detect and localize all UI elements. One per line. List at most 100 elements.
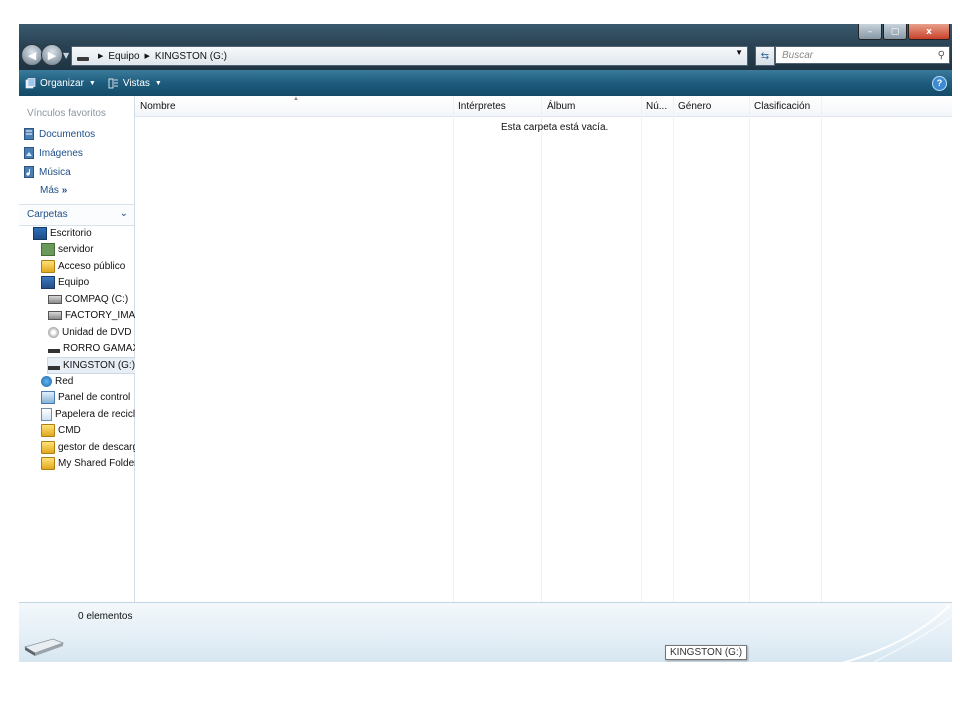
views-label: Vistas [122, 77, 150, 89]
back-button[interactable]: ◀ [21, 44, 43, 66]
help-button[interactable]: ? [932, 76, 947, 91]
column-divider[interactable] [641, 96, 642, 602]
chevron-down-icon: ⌄ [119, 208, 128, 219]
favorite-label: Música [39, 166, 71, 178]
tree-item-label: Panel de control [58, 392, 131, 403]
maximize-button[interactable]: ▢ [883, 24, 907, 40]
chevron-down-icon: ▼ [88, 79, 96, 87]
tree-item-label: Equipo [58, 277, 90, 288]
tree-item-compaq[interactable]: COMPAQ (C:) [48, 292, 128, 307]
item-count: 0 elementos [78, 611, 133, 622]
column-divider[interactable] [673, 96, 674, 602]
column-headers: ▲ Nombre Intérpretes Álbum Nú... Género … [135, 96, 952, 117]
folder-icon [41, 457, 55, 470]
column-header-interpretes[interactable]: Intérpretes [458, 101, 506, 112]
favorite-label: Imágenes [39, 147, 83, 159]
chevron-down-icon: ▼ [154, 79, 162, 87]
tree-item-equipo[interactable]: Equipo [41, 275, 89, 290]
hard-drive-icon [48, 311, 62, 320]
tree-item-label: Escritorio [50, 228, 92, 239]
folder-icon [41, 441, 55, 454]
tree-item-gestor-de-descarga[interactable]: gestor de descarga [41, 440, 144, 455]
tree-item-red[interactable]: Red [41, 374, 73, 389]
tree-item-my-shared-folder[interactable]: My Shared Folder [41, 456, 137, 471]
back-arrow-icon: ◀ [27, 48, 37, 62]
tree-item-label: CMD [58, 425, 81, 436]
tree-item-escritorio[interactable]: Escritorio [33, 226, 92, 241]
tree-item-kingston[interactable]: KINGSTON (G:) [47, 357, 137, 374]
folder-icon [41, 424, 55, 437]
refresh-icon: ⇆ [760, 50, 770, 62]
views-button[interactable]: Vistas ▼ [108, 78, 162, 89]
column-header-numero[interactable]: Nú... [646, 101, 667, 112]
control-panel-icon [41, 391, 55, 404]
network-icon [41, 376, 52, 387]
tree-item-papelera[interactable]: Papelera de reciclaje [41, 407, 148, 422]
close-button[interactable]: x [908, 24, 950, 40]
favorite-musica[interactable]: Música [24, 166, 71, 178]
user-folder-icon [41, 243, 55, 256]
column-header-clasificacion[interactable]: Clasificación [754, 101, 810, 112]
tree-item-label: Acceso público [58, 261, 126, 272]
tree-item-label: COMPAQ (C:) [65, 294, 129, 305]
organize-icon [25, 77, 36, 88]
favorite-imagenes[interactable]: Imágenes [24, 147, 83, 159]
column-divider[interactable] [453, 96, 454, 602]
tree-item-acceso-publico[interactable]: Acceso público [41, 259, 125, 274]
tree-item-cmd[interactable]: CMD [41, 423, 81, 438]
window-controls: – ▢ x [858, 24, 950, 40]
column-divider[interactable] [749, 96, 750, 602]
search-input[interactable]: Buscar ⚲ [775, 46, 950, 64]
breadcrumb-kingston[interactable]: KINGSTON (G:) [155, 51, 227, 62]
folders-header[interactable]: Carpetas ⌄ [19, 204, 134, 226]
refresh-button[interactable]: ⇆ [755, 46, 775, 66]
organize-button[interactable]: Organizar ▼ [25, 78, 96, 89]
sort-ascending-icon: ▲ [293, 96, 299, 102]
favorite-documentos[interactable]: Documentos [24, 128, 95, 140]
column-header-nombre[interactable]: Nombre [140, 101, 176, 112]
search-icon[interactable]: ⚲ [938, 47, 945, 65]
breadcrumb-equipo[interactable]: Equipo [108, 51, 139, 62]
details-pane: 0 elementos KINGSTON (G:) [19, 602, 952, 662]
tree-item-label: gestor de descarga [58, 442, 144, 453]
organize-label: Organizar [40, 77, 84, 89]
column-divider[interactable] [541, 96, 542, 602]
column-divider[interactable] [821, 96, 822, 602]
chevron-right-icon[interactable]: ▶ [98, 52, 103, 60]
folders-label: Carpetas [27, 209, 68, 220]
command-bar: Organizar ▼ Vistas ▼ ? [19, 70, 952, 96]
usb-drive-icon [48, 348, 60, 353]
more-label: Más [40, 185, 59, 196]
recycle-bin-icon [41, 408, 52, 421]
folder-icon [41, 260, 55, 273]
computer-icon [41, 276, 55, 289]
recent-pages-dropdown[interactable]: ▼ [63, 51, 69, 60]
column-header-album[interactable]: Álbum [547, 101, 575, 112]
chevron-right-icon[interactable]: ▶ [145, 52, 150, 60]
usb-drive-icon [24, 638, 65, 656]
tree-item-panel-de-control[interactable]: Panel de control [41, 390, 130, 405]
tree-item-label: KINGSTON (G:) [63, 360, 136, 371]
file-list[interactable]: ▲ Nombre Intérpretes Álbum Nú... Género … [135, 96, 952, 602]
desktop-icon [33, 227, 47, 240]
address-bar[interactable]: ▶ Equipo ▶ KINGSTON (G:) ▼ [71, 46, 748, 66]
hard-drive-icon [48, 295, 62, 304]
column-header-genero[interactable]: Género [678, 101, 711, 112]
tree-item-servidor[interactable]: servidor [41, 242, 94, 257]
views-icon [108, 78, 118, 88]
tree-item-label: servidor [58, 244, 94, 255]
images-icon [24, 147, 34, 159]
navigation-pane: Vínculos favoritos Documentos Imágenes M… [19, 96, 151, 602]
more-favorites-link[interactable]: Más » [40, 185, 67, 196]
dvd-drive-icon [48, 327, 59, 338]
music-icon [24, 166, 34, 178]
title-bar: – ▢ x ◀ ▶ ▼ ▶ Equipo ▶ KINGSTON (G:) ▼ ⇆… [19, 24, 952, 70]
address-dropdown-icon[interactable]: ▼ [735, 48, 743, 57]
decorative-swoosh [841, 604, 952, 662]
tree-item-label: My Shared Folder [58, 458, 138, 469]
usb-drive-icon [48, 365, 60, 370]
forward-arrow-icon: ▶ [47, 48, 57, 62]
double-chevron-icon: » [61, 185, 68, 196]
minimize-button[interactable]: – [858, 24, 882, 40]
forward-button[interactable]: ▶ [41, 44, 63, 66]
